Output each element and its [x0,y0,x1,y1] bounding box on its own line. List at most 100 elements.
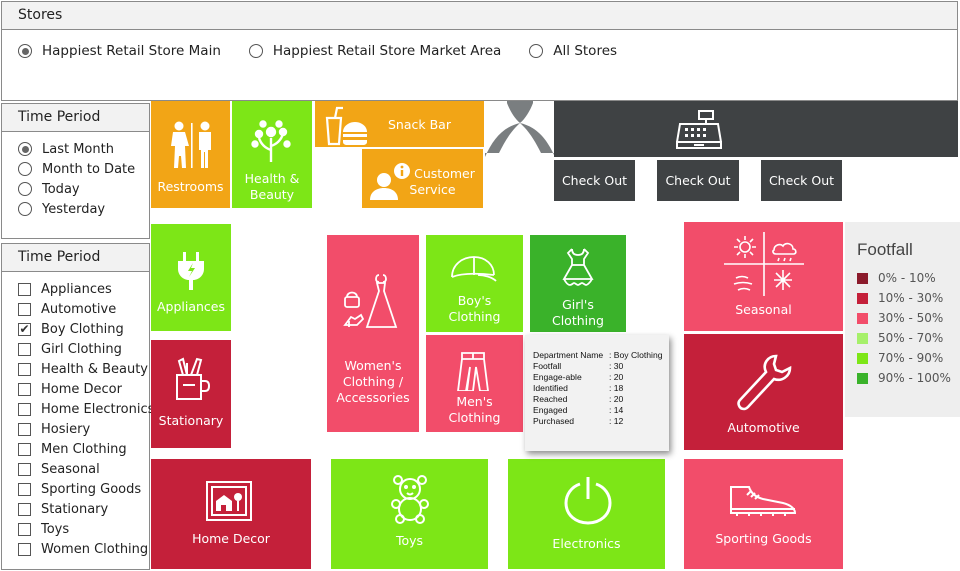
store-option-all[interactable]: All Stores [529,43,617,59]
radio-button-market-area[interactable] [248,44,263,58]
legend-label: 50% - 70% [878,331,944,345]
category-option-label: Automotive [41,301,117,317]
checkbox[interactable] [18,462,31,476]
category-option-label: Toys [41,521,70,537]
category-option[interactable]: Automotive [18,299,149,319]
checkbox[interactable] [18,302,31,316]
tooltip-row: Purchased: 12 [533,416,669,427]
dept-boys-clothing[interactable]: Boy's Clothing [426,235,523,332]
dept-label: Electronics [552,536,621,551]
dept-label: Sporting Goods [715,531,812,546]
dept-label-line3: Accessories [336,390,410,405]
category-option[interactable]: Men Clothing [18,439,149,459]
category-option[interactable]: Home Decor [18,379,149,399]
category-option[interactable]: Sporting Goods [18,479,149,499]
checkbox[interactable]: ✔ [18,322,31,336]
category-option[interactable]: Toys [18,519,149,539]
tooltip-row: Reached: 20 [533,394,669,405]
checkbox[interactable] [18,282,31,296]
category-option[interactable]: Girl Clothing [18,339,149,359]
dept-girls-clothing[interactable]: Girl's Clothing [530,235,626,332]
radio-button[interactable] [18,182,32,196]
stores-panel: Stores Happiest Retail Store Main Happie… [1,1,958,101]
radio-button[interactable] [18,202,32,216]
dept-womens-clothing[interactable]: Women's Clothing / Accessories [327,235,419,432]
dept-label-line1: Men's [456,394,493,409]
checkbox[interactable] [18,502,31,516]
dept-label: Home Decor [192,531,270,546]
tooltip-value: : 14 [609,405,624,415]
checkbox[interactable] [18,542,31,556]
dept-snack-bar[interactable]: Snack Bar [315,101,484,147]
category-option[interactable]: Home Electronics [18,399,154,419]
checkbox[interactable] [18,342,31,356]
footfall-legend: Footfall 0% - 10% 10% - 30% 30% - 50% 50% -… [845,222,960,417]
time-option-today[interactable]: Today [18,179,149,199]
dept-mens-clothing[interactable]: Men's Clothing [426,335,523,432]
dept-label-line2: Clothing [448,410,501,425]
radio-button-main[interactable] [18,44,32,58]
category-option[interactable]: Seasonal [18,459,149,479]
dept-label: Snack Bar [388,117,451,132]
checkout-lane-3[interactable]: Check Out [761,160,842,201]
store-option-label: All Stores [553,43,618,59]
legend-label: 10% - 30% [878,291,944,305]
store-option-market-area[interactable]: Happiest Retail Store Market Area [248,43,501,59]
checkbox[interactable] [18,402,31,416]
dept-health-beauty[interactable]: Health & Beauty [232,101,312,208]
category-option-label: Boy Clothing [41,321,124,337]
stores-title: Stores [2,2,957,30]
dept-label-line2: Service [409,182,456,197]
dept-electronics[interactable]: Electronics [508,459,665,569]
dept-label-line1: Customer [414,166,475,181]
tooltip-value: : 12 [609,416,624,426]
category-option[interactable]: Stationary [18,499,149,519]
tooltip-value: : Boy Clothing [609,350,663,360]
legend-swatch [857,372,868,384]
checkout-lane-1[interactable]: Check Out [554,160,635,201]
store-option-main[interactable]: Happiest Retail Store Main [18,43,221,59]
radio-button-all[interactable] [529,44,544,58]
legend-item: 30% - 50% [857,308,960,328]
store-entrance [485,101,555,157]
category-option[interactable]: ✔ Boy Clothing [18,319,149,339]
category-option[interactable]: Women Clothing [18,539,149,559]
legend-label: 70% - 90% [878,351,944,365]
checkbox[interactable] [18,522,31,536]
category-option[interactable]: Health & Beauty [18,359,149,379]
time-period-radio-group: Last Month Month to Date Today Yesterday [2,132,149,219]
category-filter-title: Time Period [2,244,149,272]
dept-toys[interactable]: Toys [331,459,488,569]
category-option[interactable]: Hosiery [18,419,149,439]
time-option-yesterday[interactable]: Yesterday [18,199,149,219]
dept-stationary[interactable]: Stationary [151,340,231,448]
category-option[interactable]: Appliances [18,279,149,299]
dept-label: Seasonal [735,302,792,317]
dept-customer-service[interactable]: Customer Service [362,149,483,208]
checkbox[interactable] [18,422,31,436]
radio-button[interactable] [18,162,32,176]
dept-sporting-goods[interactable]: Sporting Goods [684,459,843,569]
checkbox[interactable] [18,482,31,496]
wrench-icon [736,354,792,412]
checkout-lane-2[interactable]: Check Out [657,160,739,201]
checkbox[interactable] [18,382,31,396]
dept-home-decor[interactable]: Home Decor [151,459,311,569]
radio-button[interactable] [18,142,32,156]
dept-label: Stationary [158,413,224,428]
checkout-counter [554,101,958,157]
checkbox[interactable] [18,442,31,456]
checkbox[interactable] [18,362,31,376]
time-option-month-to-date[interactable]: Month to Date [18,159,149,179]
time-option-last-month[interactable]: Last Month [18,139,149,159]
dept-seasonal[interactable]: Seasonal [684,222,843,331]
tooltip-row: Engage-able: 20 [533,372,669,383]
tooltip-key: Engaged [533,405,568,415]
dept-automotive[interactable]: Automotive [684,334,843,450]
dept-restrooms[interactable]: Restrooms [151,101,230,208]
tooltip-key: Department Name [533,350,604,360]
store-option-label: Happiest Retail Store Main [42,43,221,59]
dept-label: Automotive [727,420,800,435]
dept-label-line2: Clothing [448,309,501,324]
dept-appliances[interactable]: Appliances [151,224,231,331]
